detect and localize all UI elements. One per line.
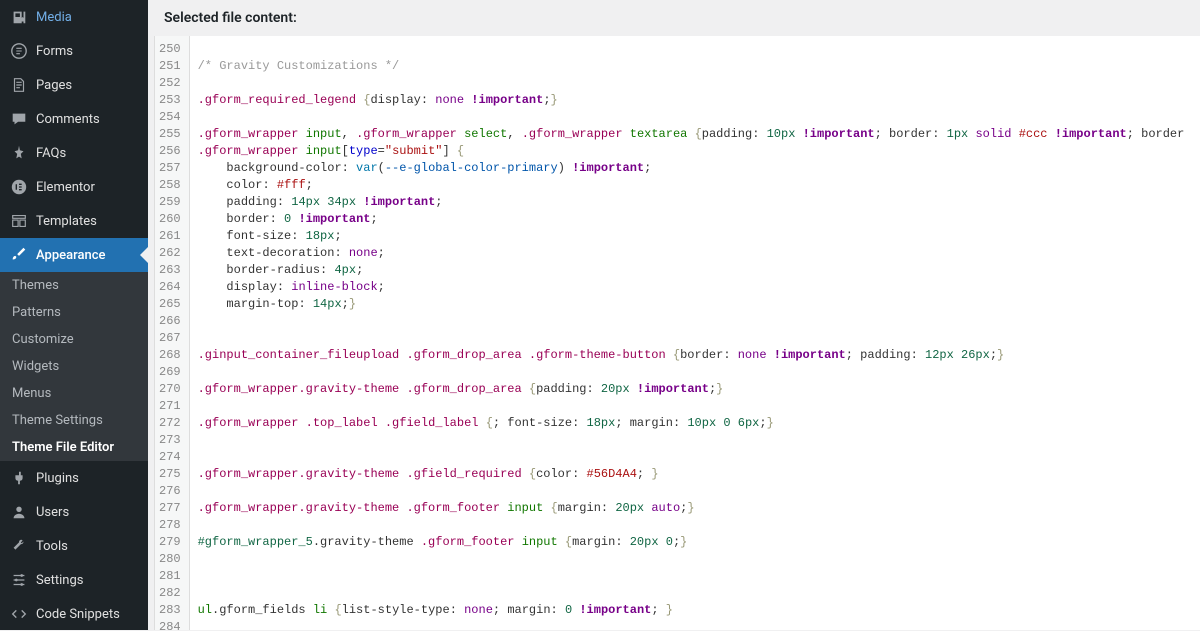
line-numbers: 2502512522532542552562572582592602612622… bbox=[155, 36, 190, 630]
nav-label: Appearance bbox=[36, 248, 105, 263]
subnav-menus[interactable]: Menus bbox=[0, 380, 148, 407]
main-content: Selected file content: 25025125225325425… bbox=[148, 0, 1200, 630]
elementor-icon bbox=[10, 178, 28, 196]
subnav-widgets[interactable]: Widgets bbox=[0, 353, 148, 380]
tools-icon bbox=[10, 537, 28, 555]
nav-comments[interactable]: Comments bbox=[0, 102, 148, 136]
nav-forms[interactable]: Forms bbox=[0, 34, 148, 68]
nav-templates[interactable]: Templates bbox=[0, 204, 148, 238]
forms-icon bbox=[10, 42, 28, 60]
settings-icon bbox=[10, 571, 28, 589]
nav-plugins[interactable]: Plugins bbox=[0, 461, 148, 495]
plug-icon bbox=[10, 469, 28, 487]
nav-elementor[interactable]: Elementor bbox=[0, 170, 148, 204]
nav-media[interactable]: Media bbox=[0, 0, 148, 34]
admin-sidebar: Media Forms Pages Comments FAQs Elementor Temp… bbox=[0, 0, 148, 630]
subnav-theme-settings[interactable]: Theme Settings bbox=[0, 407, 148, 434]
pin-icon bbox=[10, 144, 28, 162]
subnav-themes[interactable]: Themes bbox=[0, 272, 148, 299]
nav-faqs[interactable]: FAQs bbox=[0, 136, 148, 170]
nav-appearance[interactable]: Appearance bbox=[0, 238, 148, 272]
subnav-patterns[interactable]: Patterns bbox=[0, 299, 148, 326]
media-icon bbox=[10, 8, 28, 26]
nav-label: Users bbox=[36, 505, 69, 520]
nav-label: Media bbox=[36, 10, 72, 25]
nav-label: Tools bbox=[36, 539, 68, 554]
nav-settings[interactable]: Settings bbox=[0, 563, 148, 597]
subnav-theme-file-editor[interactable]: Theme File Editor bbox=[0, 434, 148, 461]
nav-label: Comments bbox=[36, 112, 100, 127]
submenu-appearance: ThemesPatternsCustomizeWidgetsMenusTheme… bbox=[0, 272, 148, 461]
nav-label: FAQs bbox=[36, 146, 66, 161]
nav-tools[interactable]: Tools bbox=[0, 529, 148, 563]
subnav-customize[interactable]: Customize bbox=[0, 326, 148, 353]
code-icon bbox=[10, 605, 28, 623]
nav-pages[interactable]: Pages bbox=[0, 68, 148, 102]
nav-label: Plugins bbox=[36, 471, 79, 486]
code-content[interactable]: /* Gravity Customizations */ .gform_requ… bbox=[190, 36, 1200, 630]
nav-users[interactable]: Users bbox=[0, 495, 148, 529]
comments-icon bbox=[10, 110, 28, 128]
nav-label: Elementor bbox=[36, 180, 95, 195]
nav-label: Pages bbox=[36, 78, 72, 93]
nav-label: Forms bbox=[36, 44, 73, 59]
nav-code-snippets[interactable]: Code Snippets bbox=[0, 597, 148, 631]
nav-label: Settings bbox=[36, 573, 83, 588]
brush-icon bbox=[10, 246, 28, 264]
templates-icon bbox=[10, 212, 28, 230]
nav-label: Templates bbox=[36, 214, 97, 229]
code-editor[interactable]: 2502512522532542552562572582592602612622… bbox=[154, 36, 1200, 630]
users-icon bbox=[10, 503, 28, 521]
pages-icon bbox=[10, 76, 28, 94]
nav-label: Code Snippets bbox=[36, 607, 120, 622]
content-header: Selected file content: bbox=[148, 0, 1200, 36]
